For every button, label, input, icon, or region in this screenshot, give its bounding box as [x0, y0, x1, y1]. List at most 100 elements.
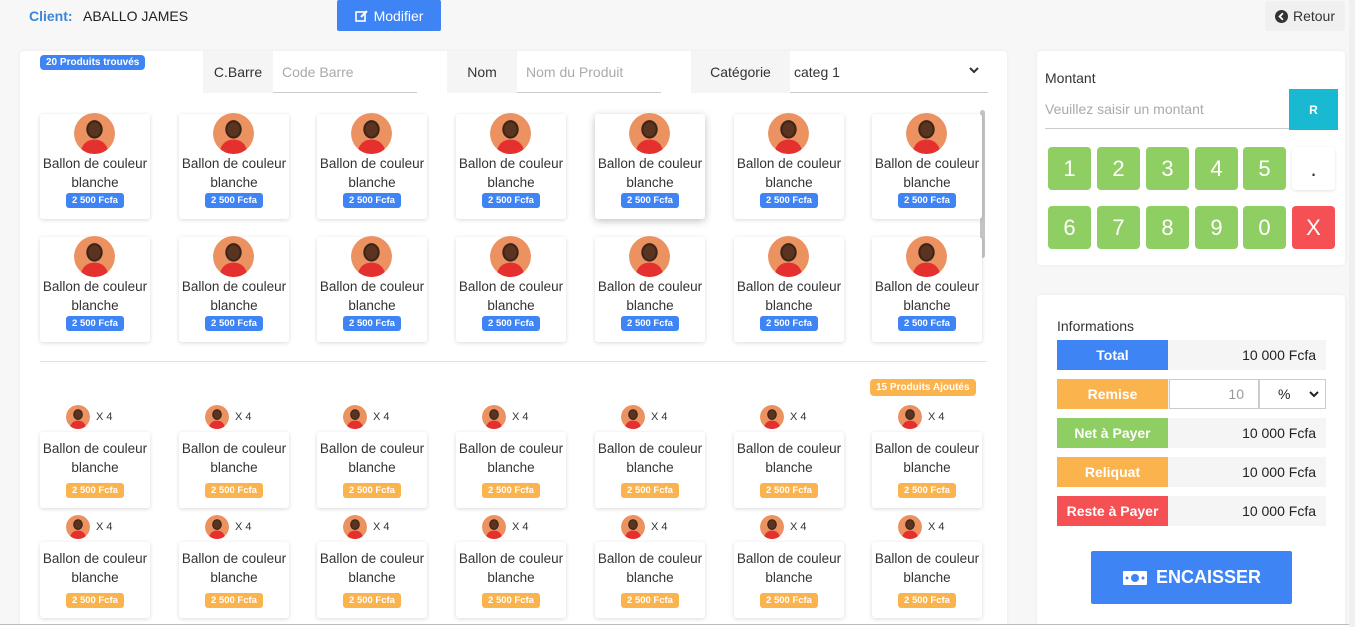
product-image [74, 236, 115, 277]
total-label: Total [1057, 340, 1168, 370]
product-card[interactable]: Ballon de couleur blanche 2 500 Fcfa [872, 113, 982, 219]
page-scrollbar[interactable] [1349, 0, 1355, 627]
key-6[interactable]: 6 [1048, 206, 1091, 249]
info-title: Informations [1057, 318, 1135, 334]
key-dot[interactable]: . [1292, 147, 1335, 190]
cart-item-card[interactable]: Ballon de couleur blanche 2 500 Fcfa [179, 542, 289, 618]
cart-item-image [205, 515, 229, 539]
product-price: 2 500 Fcfa [66, 193, 124, 208]
product-card[interactable]: Ballon de couleur blanche 2 500 Fcfa [456, 236, 566, 342]
cart-item-card[interactable]: Ballon de couleur blanche 2 500 Fcfa [595, 432, 705, 508]
remise-input[interactable] [1169, 379, 1259, 409]
cart-item-card[interactable]: Ballon de couleur blanche 2 500 Fcfa [734, 542, 844, 618]
barcode-input[interactable] [273, 51, 417, 93]
product-name: Ballon de couleur blanche [319, 156, 425, 190]
key-4[interactable]: 4 [1195, 147, 1238, 190]
cart-item-image [482, 515, 506, 539]
key-5[interactable]: 5 [1243, 147, 1286, 190]
key-9[interactable]: 9 [1195, 206, 1238, 249]
key-1[interactable]: 1 [1048, 147, 1091, 190]
client-label: Client: [29, 8, 73, 24]
client-name: ABALLO JAMES [83, 8, 189, 24]
cart-item-quantity: X 4 [205, 515, 252, 539]
cart-item-quantity: X 4 [760, 405, 807, 429]
product-name: Ballon de couleur blanche [458, 279, 564, 313]
montant-input[interactable] [1045, 89, 1289, 129]
product-card[interactable]: Ballon de couleur blanche 2 500 Fcfa [40, 236, 150, 342]
modifier-label: Modifier [373, 7, 424, 24]
cart-item-qty-label: X 4 [928, 411, 945, 423]
cart-item-qty-label: X 4 [96, 521, 113, 533]
product-name: Ballon de couleur blanche [181, 279, 287, 313]
product-card[interactable]: Ballon de couleur blanche 2 500 Fcfa [179, 236, 289, 342]
cart-item-name: Ballon de couleur blanche [458, 551, 564, 585]
key-0[interactable]: 0 [1243, 206, 1286, 249]
product-card[interactable]: Ballon de couleur blanche 2 500 Fcfa [872, 236, 982, 342]
cart-item-card[interactable]: Ballon de couleur blanche 2 500 Fcfa [179, 432, 289, 508]
cart-item-card[interactable]: Ballon de couleur blanche 2 500 Fcfa [456, 542, 566, 618]
product-card[interactable]: Ballon de couleur blanche 2 500 Fcfa [179, 113, 289, 219]
cart-item-quantity: X 4 [482, 405, 529, 429]
product-card[interactable]: Ballon de couleur blanche 2 500 Fcfa [317, 236, 427, 342]
cart-item-qty-label: X 4 [96, 411, 113, 423]
amount-panel: Montant R 12345. 67890X [1037, 51, 1345, 265]
key-3[interactable]: 3 [1146, 147, 1189, 190]
cart-item-card[interactable]: Ballon de couleur blanche 2 500 Fcfa [872, 432, 982, 508]
cart-item-card[interactable]: Ballon de couleur blanche 2 500 Fcfa [456, 432, 566, 508]
product-card[interactable]: Ballon de couleur blanche 2 500 Fcfa [456, 113, 566, 219]
cart-item-quantity: X 4 [898, 515, 945, 539]
product-card[interactable]: Ballon de couleur blanche 2 500 Fcfa [595, 113, 705, 219]
reste-row: Reste à Payer 10 000 Fcfa [1057, 496, 1326, 526]
reset-button[interactable]: R [1289, 89, 1338, 130]
product-image [74, 113, 115, 154]
product-name: Ballon de couleur blanche [319, 279, 425, 313]
product-image [629, 236, 670, 277]
key-7[interactable]: 7 [1097, 206, 1140, 249]
cart-item-card[interactable]: Ballon de couleur blanche 2 500 Fcfa [40, 542, 150, 618]
cart-item-price: 2 500 Fcfa [205, 593, 263, 608]
remise-label: Remise [1057, 379, 1168, 409]
cart-item-card[interactable]: Ballon de couleur blanche 2 500 Fcfa [872, 542, 982, 618]
money-bill-icon [1122, 570, 1147, 585]
product-image [351, 113, 392, 154]
product-image [490, 113, 531, 154]
modifier-button[interactable]: Modifier [337, 0, 441, 31]
name-input[interactable] [517, 51, 661, 93]
retour-button[interactable]: Retour [1265, 1, 1345, 31]
reste-label: Reste à Payer [1057, 496, 1168, 526]
product-card[interactable]: Ballon de couleur blanche 2 500 Fcfa [734, 113, 844, 219]
product-price: 2 500 Fcfa [205, 193, 263, 208]
cart-item-card[interactable]: Ballon de couleur blanche 2 500 Fcfa [317, 542, 427, 618]
encaisser-label: ENCAISSER [1155, 567, 1262, 587]
category-select[interactable]: categ 1 [790, 51, 988, 93]
cart-item-image [205, 405, 229, 429]
cart-item-card[interactable]: Ballon de couleur blanche 2 500 Fcfa [317, 432, 427, 508]
cart-item-card[interactable]: Ballon de couleur blanche 2 500 Fcfa [595, 542, 705, 618]
section-divider [40, 361, 987, 362]
cart-item-image [482, 405, 506, 429]
cart-item-card[interactable]: Ballon de couleur blanche 2 500 Fcfa [40, 432, 150, 508]
key-2[interactable]: 2 [1097, 147, 1140, 190]
product-price: 2 500 Fcfa [898, 316, 956, 331]
cart-item-card[interactable]: Ballon de couleur blanche 2 500 Fcfa [734, 432, 844, 508]
product-card[interactable]: Ballon de couleur blanche 2 500 Fcfa [595, 236, 705, 342]
remise-unit-select[interactable]: % [1259, 379, 1326, 409]
product-price: 2 500 Fcfa [621, 193, 679, 208]
cart-item-price: 2 500 Fcfa [482, 483, 540, 498]
key-clear[interactable]: X [1292, 206, 1335, 249]
product-card[interactable]: Ballon de couleur blanche 2 500 Fcfa [40, 113, 150, 219]
key-8[interactable]: 8 [1146, 206, 1189, 249]
product-card[interactable]: Ballon de couleur blanche 2 500 Fcfa [317, 113, 427, 219]
net-label: Net à Payer [1057, 418, 1168, 448]
product-price: 2 500 Fcfa [343, 193, 401, 208]
chevron-down-icon [1309, 391, 1319, 398]
barcode-label: C.Barre [203, 51, 273, 93]
encaisser-button[interactable]: ENCAISSER [1091, 551, 1292, 604]
cart-item-price: 2 500 Fcfa [66, 593, 124, 608]
product-name: Ballon de couleur blanche [597, 156, 703, 190]
cart-item-price: 2 500 Fcfa [343, 593, 401, 608]
cart-item-quantity: X 4 [205, 405, 252, 429]
arrow-left-circle-icon [1274, 9, 1288, 23]
product-card[interactable]: Ballon de couleur blanche 2 500 Fcfa [734, 236, 844, 342]
cart-item-qty-label: X 4 [790, 521, 807, 533]
